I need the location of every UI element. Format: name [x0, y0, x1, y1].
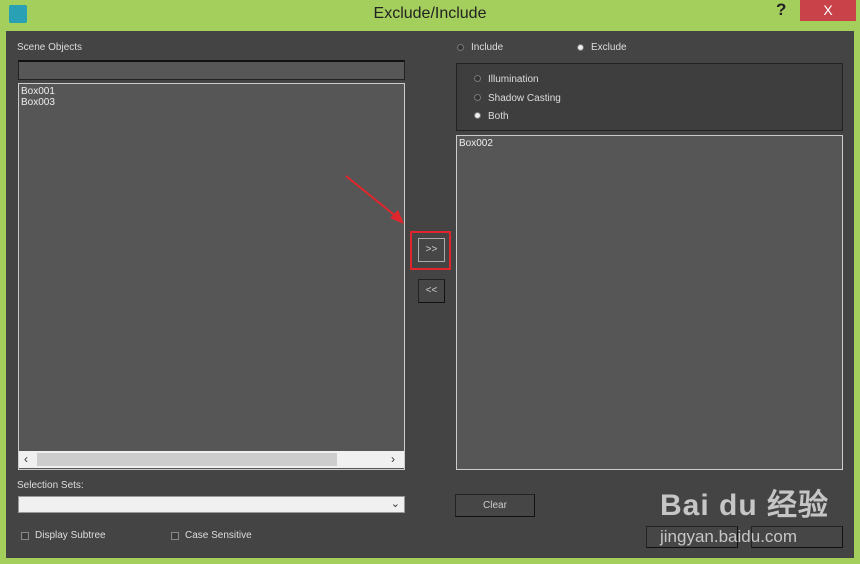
chevron-down-icon: ⌄	[390, 498, 400, 510]
close-button[interactable]: X	[800, 0, 856, 21]
scrollbar-thumb[interactable]	[37, 453, 337, 466]
illumination-label: Illumination	[488, 74, 539, 85]
scroll-right-icon[interactable]: ›	[391, 452, 395, 466]
help-button[interactable]: ?	[776, 0, 786, 20]
add-button[interactable]: >>	[418, 238, 445, 262]
shadow-casting-label: Shadow Casting	[488, 93, 561, 104]
both-label: Both	[488, 111, 509, 122]
case-sensitive-label: Case Sensitive	[185, 530, 252, 541]
include-radio[interactable]	[457, 44, 464, 51]
window-title: Exclude/Include	[373, 5, 487, 22]
display-subtree-label: Display Subtree	[35, 530, 106, 541]
scroll-left-icon[interactable]: ‹	[24, 452, 28, 466]
list-item[interactable]: Box002	[459, 138, 840, 149]
illumination-radio[interactable]	[474, 75, 481, 82]
selection-sets-label: Selection Sets:	[17, 480, 84, 491]
clear-button[interactable]: Clear	[455, 494, 535, 517]
selection-sets-dropdown[interactable]: ⌄	[18, 496, 405, 513]
case-sensitive-checkbox[interactable]	[171, 532, 179, 540]
title-bar: Exclude/Include ? X	[0, 0, 860, 30]
red-arrow-annotation	[345, 175, 404, 224]
both-radio[interactable]	[474, 112, 481, 119]
display-subtree-checkbox[interactable]	[21, 532, 29, 540]
remove-button[interactable]: <<	[418, 279, 445, 303]
exclude-label: Exclude	[591, 42, 627, 53]
watermark-url: jingyan.baidu.com	[660, 527, 798, 546]
scene-objects-list[interactable]: Box001 Box003	[18, 83, 405, 470]
excluded-objects-list[interactable]: Box002	[456, 135, 843, 470]
list-item[interactable]: Box001	[21, 86, 402, 97]
filter-input[interactable]	[18, 60, 405, 80]
list-item[interactable]: Box003	[21, 97, 402, 108]
shadow-casting-radio[interactable]	[474, 94, 481, 101]
baidu-logo: Bai du 经验	[660, 489, 830, 522]
horizontal-scrollbar[interactable]: ‹ ›	[19, 451, 404, 468]
scene-objects-label: Scene Objects	[17, 42, 83, 53]
include-label: Include	[471, 42, 504, 53]
exclude-radio[interactable]	[577, 44, 584, 51]
